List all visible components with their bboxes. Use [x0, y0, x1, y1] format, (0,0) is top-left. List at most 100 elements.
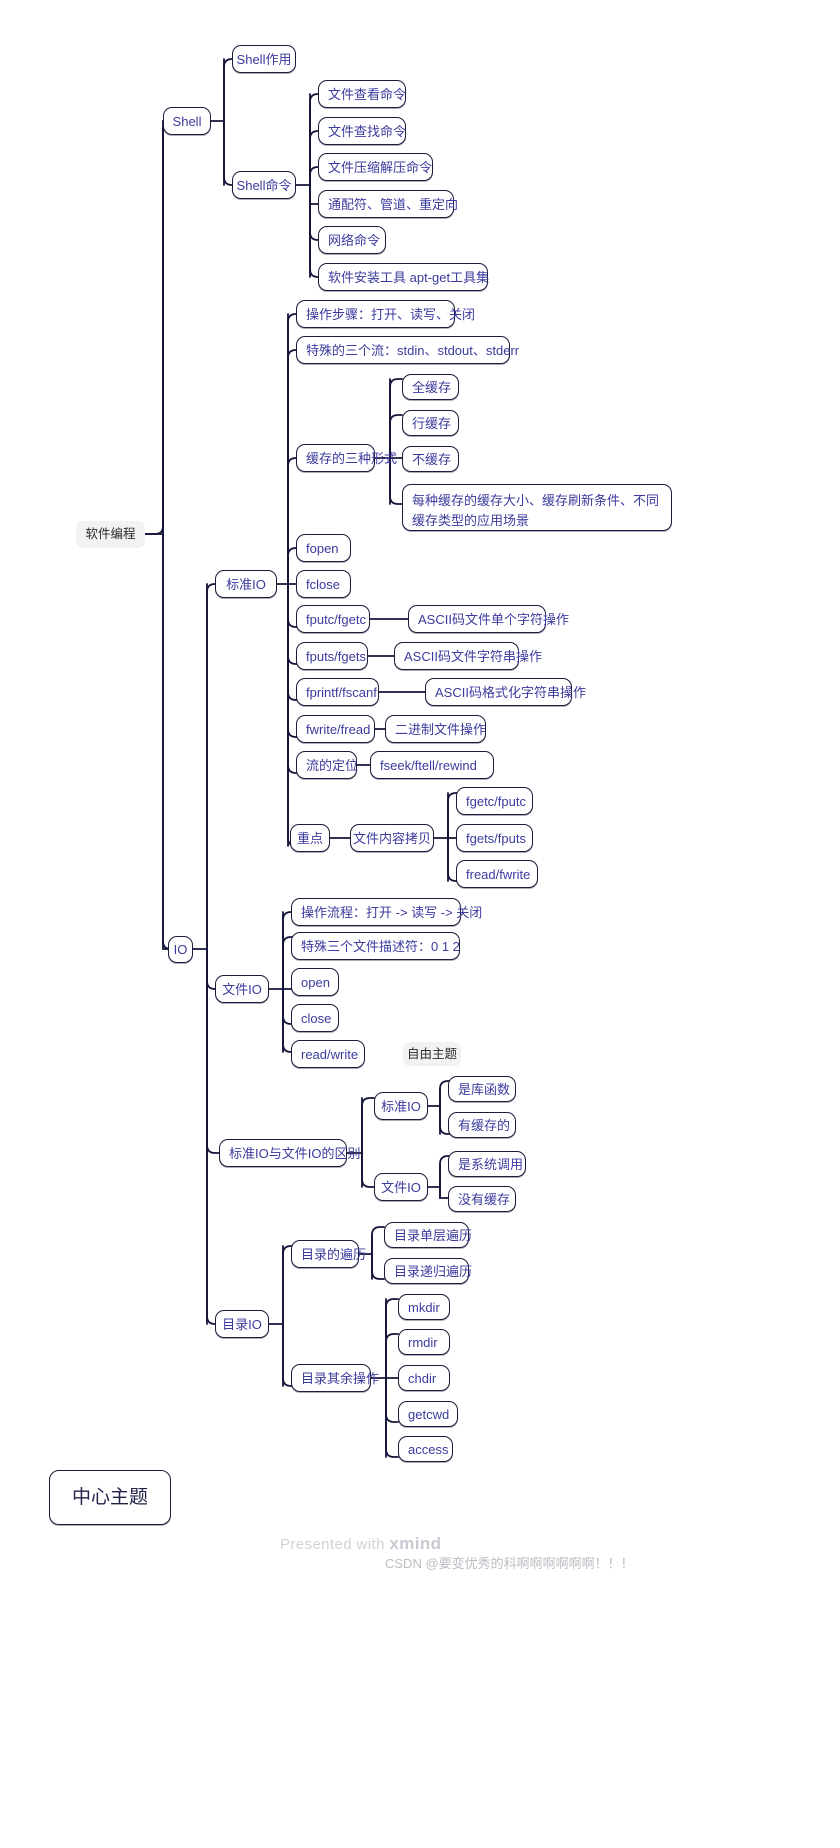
- node-rmdir-label: rmdir: [408, 1334, 438, 1350]
- node-fputc-desc-label: ASCII码文件单个字符操作: [418, 611, 569, 627]
- node-buffer-none[interactable]: 不缓存: [402, 446, 459, 472]
- node-buffer-detail[interactable]: 每种缓存的缓存大小、缓存刷新条件、不同缓存类型的应用场景: [402, 484, 672, 531]
- node-io[interactable]: IO: [168, 936, 193, 963]
- node-chdir[interactable]: chdir: [398, 1365, 450, 1391]
- node-shell-command[interactable]: Shell命令: [232, 171, 296, 199]
- node-buffer-forms[interactable]: 缓存的三种形式: [296, 444, 397, 472]
- node-fclose[interactable]: fclose: [296, 570, 351, 598]
- node-buffer-full-label: 全缓存: [412, 379, 452, 395]
- node-cmd-view-label: 文件查看命令: [328, 86, 407, 102]
- node-diff-stdio-label: 标准IO: [381, 1098, 421, 1114]
- node-copy-fgetc-fputc[interactable]: fgetc/fputc: [456, 787, 533, 815]
- node-free-topic[interactable]: 自由主题: [403, 1042, 461, 1066]
- node-fprintf-desc-label: ASCII码格式化字符串操作: [435, 684, 586, 700]
- node-fileio-flow[interactable]: 操作流程：打开 -> 读写 -> 关闭: [291, 898, 482, 926]
- node-fclose-label: fclose: [306, 576, 340, 592]
- node-cmd-find-label: 文件查找命令: [328, 123, 407, 139]
- node-keypoint[interactable]: 重点: [290, 824, 330, 852]
- node-diff-fileio-syscall[interactable]: 是系统调用: [448, 1151, 526, 1177]
- xmind-watermark-text: Presented with: [280, 1536, 390, 1553]
- mindmap-canvas: 软件编程 Shell Shell作用 Shell命令 文件查看命令 文件查找命令…: [0, 0, 840, 1848]
- node-chdir-label: chdir: [408, 1370, 437, 1386]
- node-buffer-forms-label: 缓存的三种形式: [306, 450, 398, 466]
- node-diff-stdio-library[interactable]: 是库函数: [448, 1076, 516, 1102]
- node-cmd-aptget[interactable]: 软件安装工具 apt-get工具集: [318, 263, 489, 291]
- node-dir-recursive-traverse[interactable]: 目录递归遍历: [384, 1258, 473, 1284]
- xmind-watermark: Presented with xmind: [280, 1534, 441, 1554]
- node-stream-position-desc[interactable]: fseek/ftell/rewind: [370, 751, 494, 779]
- node-fwrite-desc-label: 二进制文件操作: [395, 721, 487, 737]
- node-io-difference[interactable]: 标准IO与文件IO的区别: [219, 1139, 360, 1167]
- node-stdio-steps[interactable]: 操作步骤：打开、读写、关闭: [296, 300, 475, 328]
- node-rmdir[interactable]: rmdir: [398, 1329, 450, 1355]
- node-cmd-view[interactable]: 文件查看命令: [318, 80, 406, 108]
- node-fprintf-fscanf[interactable]: fprintf/fscanf: [296, 678, 379, 706]
- node-diff-stdio-buffered-label: 有缓存的: [458, 1117, 511, 1133]
- node-access[interactable]: access: [398, 1436, 453, 1462]
- node-cmd-wildcard[interactable]: 通配符、管道、重定向: [318, 190, 458, 218]
- node-stream-position-desc-label: fseek/ftell/rewind: [380, 757, 477, 773]
- node-shell-command-label: Shell命令: [236, 177, 292, 193]
- node-shell-label: Shell: [172, 113, 202, 129]
- node-cmd-network-label: 网络命令: [328, 232, 381, 248]
- node-shell-role-label: Shell作用: [236, 51, 292, 67]
- node-getcwd[interactable]: getcwd: [398, 1401, 458, 1427]
- node-fputs-desc-label: ASCII码文件字符串操作: [404, 648, 542, 664]
- node-read-write-label: read/write: [301, 1046, 359, 1062]
- node-copy-fgetc-fputc-label: fgetc/fputc: [466, 793, 526, 809]
- node-diff-stdio-buffered[interactable]: 有缓存的: [448, 1112, 516, 1138]
- node-fopen[interactable]: fopen: [296, 534, 351, 562]
- node-stream-position[interactable]: 流的定位: [296, 751, 359, 779]
- node-file-copy[interactable]: 文件内容拷贝: [350, 824, 434, 852]
- node-fwrite-desc[interactable]: 二进制文件操作: [385, 715, 486, 743]
- node-fputs-desc[interactable]: ASCII码文件字符串操作: [394, 642, 542, 670]
- node-stream-position-label: 流的定位: [306, 757, 359, 773]
- node-fputc-fgetc[interactable]: fputc/fgetc: [296, 605, 370, 633]
- node-standard-io[interactable]: 标准IO: [215, 570, 277, 598]
- node-fprintf-desc[interactable]: ASCII码格式化字符串操作: [425, 678, 586, 706]
- node-fputc-fgetc-label: fputc/fgetc: [306, 611, 366, 627]
- node-copy-fgets-fputs[interactable]: fgets/fputs: [456, 824, 533, 852]
- node-read-write[interactable]: read/write: [291, 1040, 365, 1068]
- node-root-label: 软件编程: [85, 527, 136, 541]
- node-copy-fread-fwrite[interactable]: fread/fwrite: [456, 860, 538, 888]
- csdn-watermark: CSDN @要变优秀的科啊啊啊啊啊啊！！！: [385, 1553, 634, 1572]
- node-diff-fileio[interactable]: 文件IO: [374, 1173, 428, 1201]
- node-diff-stdio-library-label: 是库函数: [458, 1081, 511, 1097]
- node-diff-fileio-nobuffer-label: 没有缓存: [458, 1191, 511, 1207]
- node-dir-traverse[interactable]: 目录的遍历: [291, 1240, 366, 1268]
- node-fileio-fd[interactable]: 特殊三个文件描述符：0 1 2: [291, 932, 460, 960]
- node-close[interactable]: close: [291, 1004, 339, 1032]
- node-dir-other-ops[interactable]: 目录其余操作: [291, 1364, 379, 1392]
- node-buffer-full[interactable]: 全缓存: [402, 374, 459, 400]
- node-mkdir-label: mkdir: [408, 1299, 440, 1315]
- node-diff-fileio-nobuffer[interactable]: 没有缓存: [448, 1186, 516, 1212]
- node-fwrite-fread[interactable]: fwrite/fread: [296, 715, 375, 743]
- node-cmd-network[interactable]: 网络命令: [318, 226, 386, 254]
- node-file-io[interactable]: 文件IO: [215, 975, 269, 1003]
- node-shell[interactable]: Shell: [163, 107, 211, 135]
- node-center-theme[interactable]: 中心主题: [49, 1470, 171, 1525]
- node-shell-role[interactable]: Shell作用: [232, 45, 296, 73]
- node-buffer-line[interactable]: 行缓存: [402, 410, 459, 436]
- node-file-copy-label: 文件内容拷贝: [353, 830, 432, 846]
- node-diff-fileio-label: 文件IO: [381, 1179, 421, 1195]
- node-root[interactable]: 软件编程: [76, 521, 145, 548]
- node-cmd-compress[interactable]: 文件压缩解压命令: [318, 153, 433, 181]
- node-diff-fileio-syscall-label: 是系统调用: [458, 1156, 524, 1172]
- node-access-label: access: [408, 1441, 449, 1457]
- node-cmd-find[interactable]: 文件查找命令: [318, 117, 406, 145]
- node-open[interactable]: open: [291, 968, 339, 996]
- node-dir-single-traverse[interactable]: 目录单层遍历: [384, 1222, 472, 1248]
- node-mkdir[interactable]: mkdir: [398, 1294, 450, 1320]
- node-diff-stdio[interactable]: 标准IO: [374, 1092, 428, 1120]
- node-cmd-compress-label: 文件压缩解压命令: [328, 159, 433, 175]
- node-dir-recursive-traverse-label: 目录递归遍历: [394, 1263, 473, 1279]
- node-dir-io[interactable]: 目录IO: [215, 1310, 269, 1338]
- node-copy-fread-fwrite-label: fread/fwrite: [466, 866, 531, 882]
- node-standard-io-label: 标准IO: [226, 576, 266, 592]
- node-fputs-fgets[interactable]: fputs/fgets: [296, 642, 368, 670]
- node-fputc-desc[interactable]: ASCII码文件单个字符操作: [408, 605, 569, 633]
- node-stdio-streams[interactable]: 特殊的三个流：stdin、stdout、stderr: [296, 336, 519, 364]
- node-keypoint-label: 重点: [297, 830, 324, 846]
